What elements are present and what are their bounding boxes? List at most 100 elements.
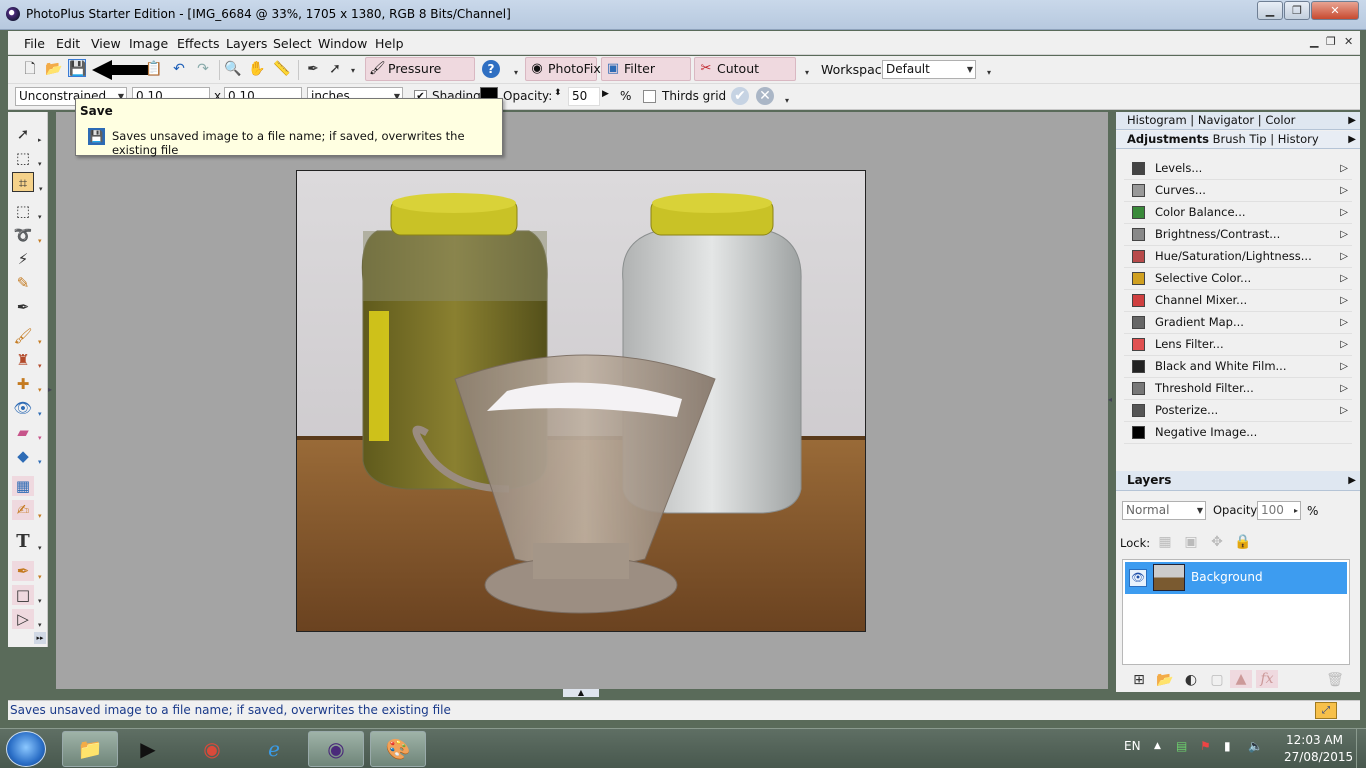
lock-all-icon[interactable]: 🔒 bbox=[1234, 533, 1252, 551]
volume-tray-icon[interactable]: 🔈 bbox=[1248, 739, 1263, 753]
maximize-button[interactable]: ❐ bbox=[1284, 1, 1310, 20]
move-tool-icon[interactable]: ➚ ▸ bbox=[12, 124, 42, 144]
save-icon[interactable]: 💾 bbox=[68, 59, 86, 77]
lasso-icon[interactable]: ➰ ▾ bbox=[12, 225, 42, 245]
submenu-arrow-icon[interactable]: ▷ bbox=[1340, 224, 1348, 245]
help-icon[interactable]: ? bbox=[482, 60, 500, 78]
healing-icon[interactable]: ✚ ▾ bbox=[12, 374, 42, 394]
language-indicator[interactable]: EN bbox=[1124, 739, 1141, 753]
minimize-button[interactable]: ▁ bbox=[1257, 1, 1283, 20]
adjustment-item[interactable]: Posterize... ▷ bbox=[1124, 400, 1352, 422]
zoom-icon[interactable]: 🔍 bbox=[224, 60, 242, 78]
tab-brush-tip[interactable]: Brush Tip bbox=[1213, 132, 1267, 146]
submenu-arrow-icon[interactable]: ▷ bbox=[1340, 180, 1348, 201]
tab-history[interactable]: History bbox=[1278, 132, 1319, 146]
warp-tool-icon[interactable]: ▦ bbox=[12, 476, 34, 496]
filter-gallery-button[interactable]: ▣ Filter Gallery bbox=[601, 57, 691, 98]
select-pointer-icon[interactable]: ➚ bbox=[326, 60, 344, 78]
menu-image[interactable]: Image bbox=[129, 36, 168, 51]
menu-help[interactable]: Help bbox=[375, 36, 404, 51]
undo-icon[interactable]: ↶ bbox=[170, 60, 188, 78]
network-tray-icon[interactable]: ▤ bbox=[1176, 739, 1187, 753]
submenu-arrow-icon[interactable]: ▷ bbox=[1340, 400, 1348, 421]
visibility-eye-icon[interactable]: 👁 bbox=[1129, 569, 1147, 587]
adjustment-layer-icon[interactable]: ◐ bbox=[1182, 671, 1200, 689]
bottom-panel-collapse-icon[interactable]: ▲ bbox=[563, 689, 599, 697]
adjustment-item[interactable]: Levels... ▷ bbox=[1124, 158, 1352, 180]
node-edit-icon[interactable]: ▷ ▾ bbox=[12, 609, 42, 629]
submenu-arrow-icon[interactable]: ▷ bbox=[1340, 378, 1348, 399]
toolbar-overflow-3-icon[interactable]: ▾ bbox=[980, 64, 998, 82]
menu-edit[interactable]: Edit bbox=[56, 36, 80, 51]
submenu-arrow-icon[interactable]: ▷ bbox=[1340, 312, 1348, 333]
opacity-slider-icon[interactable]: ▶ bbox=[602, 89, 609, 99]
media-player-taskbar-icon[interactable]: ▶ bbox=[120, 731, 176, 767]
toolbar-overflow-icon[interactable]: ▾ bbox=[507, 64, 525, 82]
toolbar-overflow-2-icon[interactable]: ▾ bbox=[798, 64, 816, 82]
layer-effects-icon[interactable]: ▲ bbox=[1230, 670, 1252, 688]
adjustment-item[interactable]: Color Balance... ▷ bbox=[1124, 202, 1352, 224]
thirds-grid-checkbox[interactable] bbox=[643, 90, 656, 103]
delete-layer-icon[interactable]: 🗑 bbox=[1326, 671, 1344, 689]
clock-date[interactable]: 27/08/2015 bbox=[1284, 750, 1353, 764]
image-canvas[interactable] bbox=[296, 170, 866, 632]
adjustment-item[interactable]: Negative Image... bbox=[1124, 422, 1352, 444]
paint-taskbar-icon[interactable]: 🎨 bbox=[370, 731, 426, 767]
new-layer-group-icon[interactable]: 📂 bbox=[1156, 671, 1174, 689]
shape-tool-icon[interactable]: □ ▾ bbox=[12, 585, 42, 605]
close-button[interactable]: ✕ bbox=[1311, 1, 1359, 20]
tab-layers[interactable]: Layers bbox=[1127, 473, 1171, 487]
opacity-field[interactable]: 50 bbox=[568, 87, 600, 106]
new-layer-icon[interactable]: ⊞ bbox=[1130, 671, 1148, 689]
chrome-taskbar-icon[interactable]: ◉ bbox=[184, 731, 240, 767]
pointer-dropdown-icon[interactable]: ▾ bbox=[344, 62, 362, 80]
commit-icon[interactable]: ✔ bbox=[731, 87, 749, 105]
pressure-studio-button[interactable]: 🖌 Pressure Studio bbox=[365, 57, 475, 98]
tab-adjustments[interactable]: Adjustments bbox=[1127, 132, 1209, 146]
workspace-select[interactable]: Default ▼ bbox=[882, 60, 976, 79]
submenu-arrow-icon[interactable]: ▷ bbox=[1340, 290, 1348, 311]
layer-row-background[interactable]: 👁 Background bbox=[1125, 562, 1347, 594]
menu-view[interactable]: View bbox=[91, 36, 121, 51]
submenu-arrow-icon[interactable]: ▷ bbox=[1340, 158, 1348, 179]
clock-time[interactable]: 12:03 AM bbox=[1286, 733, 1343, 747]
lock-pixels-icon[interactable]: ▣ bbox=[1182, 533, 1200, 551]
cutout-studio-button[interactable]: ✂ Cutout Studio bbox=[694, 57, 796, 98]
panel-menu-icon[interactable]: ▶ bbox=[1348, 471, 1356, 490]
paintbrush-icon[interactable]: 🖌 ▾ bbox=[12, 326, 41, 346]
internet-explorer-taskbar-icon[interactable]: ℯ bbox=[246, 731, 302, 767]
rectangle-selection-icon[interactable]: ⬚ ▾ bbox=[12, 201, 42, 221]
cancel-icon[interactable]: ✕ bbox=[756, 87, 774, 105]
submenu-arrow-icon[interactable]: ▷ bbox=[1340, 268, 1348, 289]
crop-tool-icon[interactable]: ⌗ ▾ bbox=[12, 172, 43, 193]
panel-menu-icon[interactable]: ▶ bbox=[1348, 131, 1356, 148]
doc-close-button[interactable]: ✕ bbox=[1344, 35, 1353, 48]
open-folder-icon[interactable]: 📂 bbox=[45, 60, 63, 78]
redo-icon[interactable]: ↷ bbox=[194, 60, 212, 78]
tab-color[interactable]: Color bbox=[1265, 113, 1295, 127]
photofix-button[interactable]: ◉ PhotoFix bbox=[525, 57, 601, 81]
adjustment-item[interactable]: Lens Filter... ▷ bbox=[1124, 334, 1352, 356]
pen-tool-icon[interactable]: ✒ ▾ bbox=[12, 561, 42, 581]
hand-icon[interactable]: ✋ bbox=[248, 60, 266, 78]
submenu-arrow-icon[interactable]: ▷ bbox=[1340, 202, 1348, 223]
tab-navigator[interactable]: Navigator bbox=[1198, 113, 1254, 127]
selection-brush-icon[interactable]: ✎ bbox=[12, 273, 34, 293]
menu-effects[interactable]: Effects bbox=[177, 36, 220, 51]
menu-select[interactable]: Select bbox=[273, 36, 312, 51]
magic-wand-icon[interactable]: ⚡ bbox=[12, 249, 34, 269]
adjustment-item[interactable]: Black and White Film... ▷ bbox=[1124, 356, 1352, 378]
doc-minimize-button[interactable]: ▁ bbox=[1310, 35, 1318, 48]
start-button-icon[interactable] bbox=[6, 731, 46, 767]
adjustment-item[interactable]: Channel Mixer... ▷ bbox=[1124, 290, 1352, 312]
fill-bucket-icon[interactable]: ◆ ▾ bbox=[12, 446, 41, 466]
action-center-icon[interactable]: ⚑ bbox=[1200, 739, 1211, 753]
doc-restore-button[interactable]: ❐ bbox=[1326, 35, 1336, 48]
toolbar-overflow-4-icon[interactable]: ▾ bbox=[778, 92, 796, 110]
new-file-icon[interactable]: 🗋 bbox=[21, 60, 39, 78]
photoplus-taskbar-icon[interactable]: ◉ bbox=[308, 731, 364, 767]
power-tray-icon[interactable]: ▮ bbox=[1224, 739, 1231, 753]
mask-icon[interactable]: ▢ bbox=[1208, 671, 1226, 689]
submenu-arrow-icon[interactable]: ▷ bbox=[1340, 334, 1348, 355]
deform-tool-icon[interactable]: ⬚ ▾ bbox=[12, 148, 42, 168]
